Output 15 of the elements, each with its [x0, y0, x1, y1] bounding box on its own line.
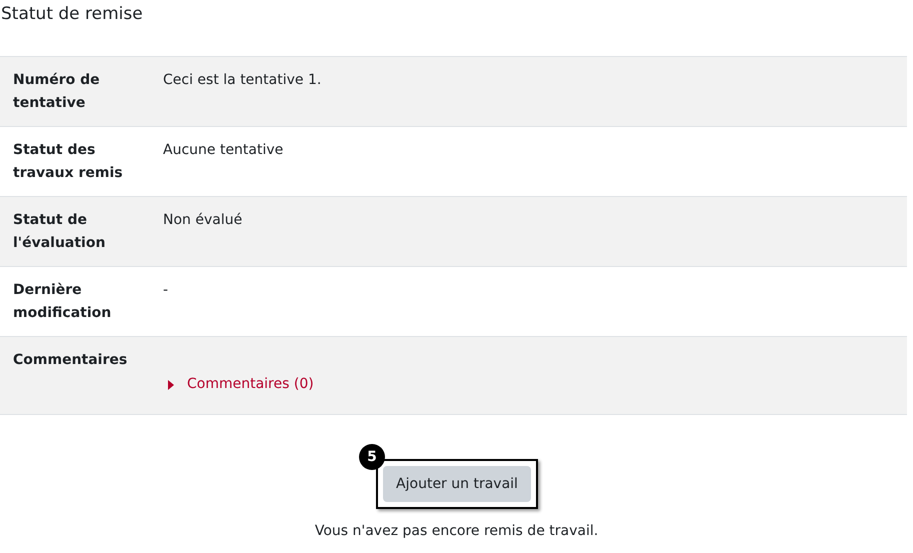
- row-label: Dernière modification: [13, 281, 112, 323]
- row-label: Statut des travaux remis: [13, 141, 124, 183]
- row-label: Numéro de tentative: [13, 71, 101, 113]
- section-title: Statut de remise: [0, 3, 144, 26]
- cell-value: Aucune tentative: [163, 141, 284, 160]
- cell-value: -: [163, 281, 168, 300]
- step-number-badge: 5: [359, 444, 386, 470]
- row-label: Statut de l'évaluation: [13, 211, 106, 253]
- add-submission-button[interactable]: Ajouter un travail: [383, 466, 531, 502]
- status-note: Vous n'avez pas encore remis de travail.: [314, 522, 598, 541]
- cell-value: Non évalué: [163, 211, 242, 230]
- cell-value: Ceci est la tentative 1.: [163, 71, 322, 90]
- row-label: Commentaires: [13, 351, 128, 370]
- comments-link[interactable]: Commentaires (0): [167, 373, 314, 396]
- caret-right-icon: [167, 380, 175, 390]
